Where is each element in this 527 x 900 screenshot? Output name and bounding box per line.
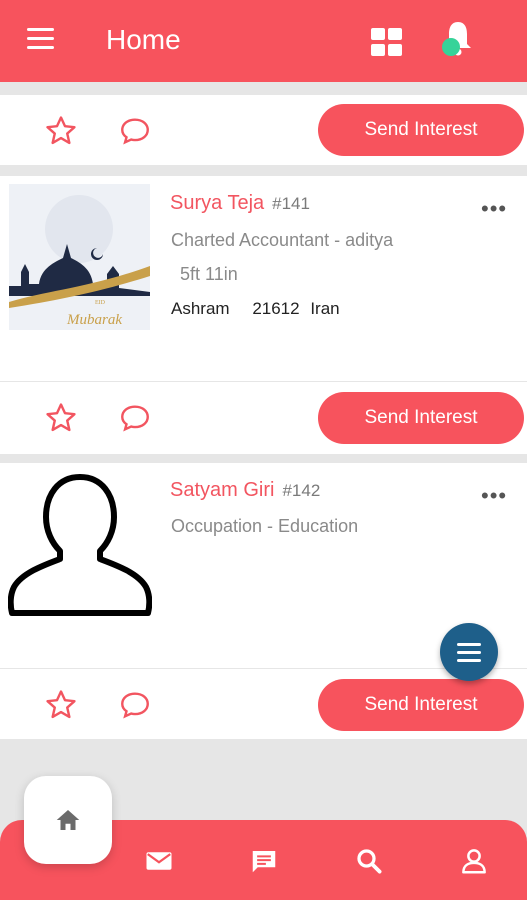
action-row: Send Interest bbox=[0, 95, 527, 165]
send-interest-button[interactable]: Send Interest bbox=[318, 679, 524, 731]
profile-occupation: Charted Accountant - aditya bbox=[171, 230, 394, 250]
star-icon[interactable] bbox=[44, 114, 78, 148]
send-interest-button[interactable]: Send Interest bbox=[318, 104, 524, 156]
profile-id: #142 bbox=[282, 481, 321, 500]
profile-card[interactable]: EID Mubarak Surya Teja #141 ••• Charted A… bbox=[0, 176, 527, 381]
comment-icon[interactable] bbox=[118, 401, 152, 435]
profile-caste: Ashram bbox=[171, 299, 230, 318]
home-button[interactable] bbox=[24, 776, 112, 864]
page-title: Home bbox=[106, 24, 181, 55]
profile-name-row[interactable]: Satyam Giri #142 bbox=[170, 479, 320, 502]
profile-name[interactable]: Satyam Giri bbox=[170, 479, 274, 501]
svg-text:Mubarak: Mubarak bbox=[66, 312, 122, 328]
star-icon[interactable] bbox=[44, 401, 78, 435]
more-options-icon[interactable]: ••• bbox=[481, 196, 507, 222]
profile-icon[interactable] bbox=[459, 846, 489, 876]
user-silhouette-icon bbox=[8, 474, 152, 616]
send-interest-button[interactable]: Send Interest bbox=[318, 392, 524, 444]
top-app-bar: Home bbox=[0, 0, 527, 82]
profile-name[interactable]: Surya Teja bbox=[170, 192, 264, 214]
comment-icon[interactable] bbox=[118, 688, 152, 722]
profile-location: Ashram 21612 Iran bbox=[171, 299, 340, 319]
chat-icon[interactable] bbox=[249, 846, 279, 876]
action-row: Send Interest bbox=[0, 382, 527, 454]
profile-id: #141 bbox=[272, 194, 310, 213]
star-icon[interactable] bbox=[44, 688, 78, 722]
notification-status-dot bbox=[442, 38, 460, 56]
profile-occupation: Occupation - Education bbox=[171, 516, 359, 536]
mail-icon[interactable] bbox=[144, 846, 174, 876]
grid-icon[interactable] bbox=[371, 28, 403, 56]
comment-icon[interactable] bbox=[118, 114, 152, 148]
profile-name-row[interactable]: Surya Teja #141 bbox=[170, 192, 310, 215]
action-row: Send Interest bbox=[0, 669, 527, 739]
home-icon bbox=[56, 810, 80, 830]
hamburger-icon[interactable] bbox=[27, 28, 57, 54]
filter-menu-fab[interactable] bbox=[440, 623, 498, 681]
eid-mubarak-image: EID Mubarak bbox=[9, 184, 150, 330]
profile-pincode: 21612 bbox=[252, 299, 300, 318]
profile-height: 5ft 11in bbox=[180, 264, 238, 284]
more-options-icon[interactable]: ••• bbox=[481, 483, 507, 509]
search-icon[interactable] bbox=[354, 846, 384, 876]
svg-text:EID: EID bbox=[95, 300, 106, 306]
profile-country: Iran bbox=[310, 299, 340, 318]
